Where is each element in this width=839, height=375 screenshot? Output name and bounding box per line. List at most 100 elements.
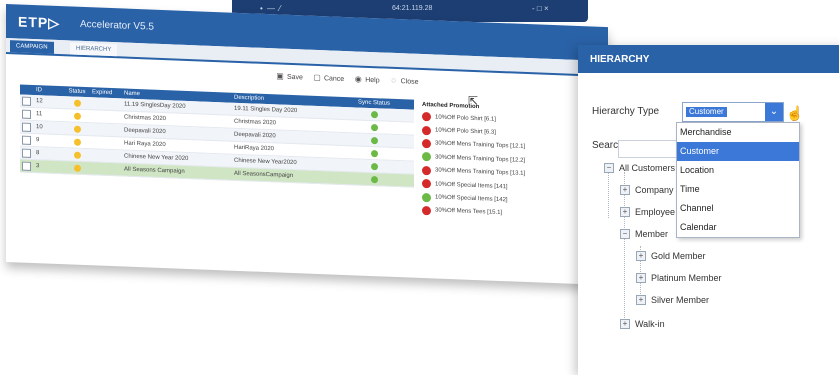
collapse-icon[interactable]: − — [604, 163, 614, 173]
row-checkbox[interactable] — [22, 161, 31, 170]
tree-node-walk-in[interactable]: + Walk-in — [620, 319, 665, 329]
close-icon: ◌ — [390, 77, 398, 85]
expired-cell — [92, 155, 118, 156]
hierarchy-type-value: Customer — [686, 107, 727, 117]
tab-campaign[interactable]: CAMPAIGN — [10, 40, 54, 54]
row-checkbox-cell — [20, 109, 32, 118]
promotion-label: 30%Off Mens Training Tops [12.1] — [435, 141, 525, 150]
name-cell: Deepavali 2020 — [118, 127, 234, 137]
window-controls-left[interactable]: • — ⁄ — [260, 4, 282, 13]
col-status-header[interactable]: Status — [62, 88, 92, 95]
sync-indicator — [371, 137, 378, 144]
mouse-cursor-icon: ⇱ — [468, 94, 478, 108]
row-checkbox[interactable] — [22, 135, 31, 144]
hierarchy-header: HIERARCHY — [578, 45, 839, 73]
col-id-header[interactable]: ID — [32, 87, 62, 94]
tree-node-gold-member[interactable]: + Gold Member — [636, 251, 706, 261]
name-cell: Christmas 2020 — [118, 114, 234, 124]
row-checkbox-cell — [20, 148, 32, 157]
toolbar: ▣Save ▢Cance ◉Help ◌Close — [276, 70, 419, 87]
sync-indicator — [371, 124, 378, 131]
tab-hierarchy[interactable]: HIERARCHY — [70, 42, 117, 56]
expand-icon[interactable]: + — [636, 273, 646, 283]
hierarchy-title: HIERARCHY — [590, 54, 649, 65]
dropdown-option[interactable]: Time — [677, 180, 799, 199]
status-indicator — [74, 151, 81, 158]
expired-cell — [92, 116, 118, 117]
sync-status-cell — [354, 162, 394, 171]
row-checkbox-cell — [20, 161, 32, 170]
help-icon: ◉ — [354, 75, 362, 83]
dropdown-option[interactable]: Customer — [677, 142, 799, 161]
promotion-label: 10%Off Special Items [141] — [435, 181, 508, 190]
tree-node-employee[interactable]: + Employee — [620, 207, 675, 217]
expired-cell — [92, 168, 118, 169]
expand-icon[interactable]: + — [636, 295, 646, 305]
tree-node-platinum-member[interactable]: + Platinum Member — [636, 273, 722, 283]
sync-status-cell — [354, 110, 394, 119]
row-checkbox-cell — [20, 135, 32, 144]
save-label: Save — [287, 73, 303, 81]
description-cell: 19.11 Singles Day 2020 — [234, 106, 354, 117]
description-cell: Chinese New Year2020 — [234, 158, 354, 169]
row-checkbox-cell — [20, 96, 32, 105]
promotion-list: 10%Off Polo Shirt [6.1]10%Off Polo Shirt… — [422, 110, 582, 223]
campaign-window: ETP▷ Accelerator V5.5 CAMPAIGN HIERARCHY… — [6, 4, 608, 285]
expand-icon[interactable]: + — [620, 185, 630, 195]
help-button[interactable]: ◉Help — [354, 75, 379, 84]
col-expired-header[interactable]: Expired — [92, 89, 118, 96]
status-indicator — [74, 138, 81, 145]
sync-status-cell — [354, 175, 394, 184]
status-cell — [62, 151, 92, 159]
row-checkbox[interactable] — [22, 109, 31, 118]
remote-address: 64:21.119.28 — [392, 5, 432, 12]
save-button[interactable]: ▣Save — [276, 72, 303, 81]
row-checkbox[interactable] — [22, 96, 31, 105]
expand-icon[interactable]: + — [636, 251, 646, 261]
tree-node-company[interactable]: + Company — [620, 185, 674, 195]
id-cell: 11 — [32, 111, 62, 118]
tree-node-member[interactable]: − Member — [620, 229, 668, 239]
window-controls-right[interactable]: - □ × — [532, 4, 549, 13]
name-cell: Hari Raya 2020 — [118, 140, 234, 150]
tree-node-silver-member[interactable]: + Silver Member — [636, 295, 709, 305]
row-checkbox[interactable] — [22, 122, 31, 131]
promotion-status-icon — [422, 112, 431, 121]
description-cell: Christmas 2020 — [234, 119, 354, 130]
sync-indicator — [371, 111, 378, 118]
close-button[interactable]: ◌Close — [390, 77, 419, 86]
campaign-grid: ID Status Expired Name Description Sync … — [20, 85, 414, 188]
row-checkbox[interactable] — [22, 148, 31, 157]
tree-node-label: Member — [635, 229, 668, 239]
dropdown-option[interactable]: Channel — [677, 199, 799, 218]
search-input[interactable] — [618, 140, 680, 158]
expand-icon[interactable]: + — [620, 319, 630, 329]
col-sync-status-header[interactable]: Sync Status — [354, 99, 394, 107]
expand-icon[interactable]: + — [620, 207, 630, 217]
sync-indicator — [371, 163, 378, 170]
dropdown-option[interactable]: Location — [677, 161, 799, 180]
hierarchy-type-select[interactable]: Customer ⌄ — [682, 102, 784, 122]
status-cell — [62, 112, 92, 120]
status-indicator — [74, 164, 81, 171]
close-label: Close — [401, 78, 419, 86]
tree-node-label: Company — [635, 185, 674, 195]
promotion-label: 30%Off Mens Training Tops [13.1] — [435, 168, 525, 177]
sync-indicator — [371, 150, 378, 157]
name-cell: All Seasons Campaign — [118, 166, 234, 176]
name-cell: Chinese New Year 2020 — [118, 153, 234, 163]
promotion-status-icon — [422, 206, 431, 215]
dropdown-option[interactable]: Calendar — [677, 218, 799, 237]
cancel-button[interactable]: ▢Cance — [313, 74, 344, 83]
dropdown-option[interactable]: Merchandise — [677, 123, 799, 142]
chevron-down-icon[interactable]: ⌄ — [765, 103, 783, 121]
tree-node-root[interactable]: − All Customers — [604, 163, 675, 173]
promotion-label: 30%Off Mens Tees [15.1] — [435, 208, 502, 217]
description-cell: HariRaya 2020 — [234, 145, 354, 156]
promotion-status-icon — [422, 139, 431, 148]
help-label: Help — [365, 76, 379, 84]
cancel-label: Cance — [324, 75, 344, 83]
collapse-icon[interactable]: − — [620, 229, 630, 239]
promotion-label: 10%Off Special Items [142] — [435, 195, 508, 204]
hierarchy-type-label: Hierarchy Type — [592, 106, 659, 117]
